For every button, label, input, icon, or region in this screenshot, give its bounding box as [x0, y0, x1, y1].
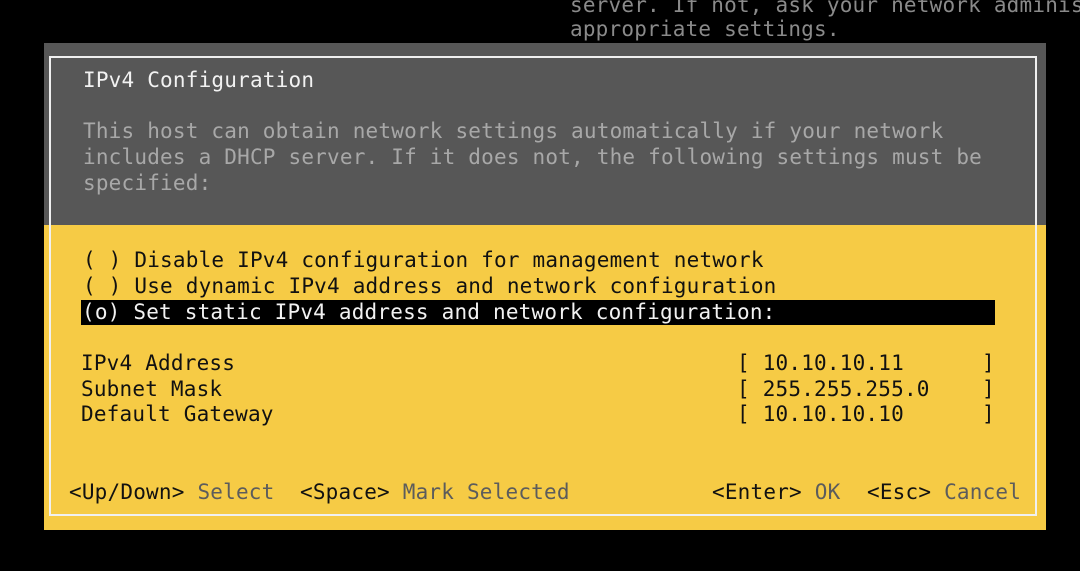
key-updown: <Up/Down> [69, 480, 185, 504]
key-esc: <Esc> [867, 480, 932, 504]
radio-marker: ( ) [83, 248, 122, 272]
footer-enter-ok[interactable]: <Enter> OK [712, 479, 840, 505]
subnet-mask-value: 255.255.255.0 [762, 377, 930, 401]
option-label: Disable IPv4 configuration for managemen… [134, 248, 764, 272]
field-bracket: ] [982, 402, 995, 426]
ipv4-address-value: 10.10.10.11 [762, 351, 904, 375]
option-static-ipv4[interactable]: (o) Set static IPv4 address and network … [82, 299, 776, 325]
action-cancel: Cancel [944, 480, 1022, 504]
action-select: Select [197, 480, 275, 504]
radio-marker: ( ) [83, 274, 122, 298]
subnet-mask-label: Subnet Mask [81, 377, 223, 401]
radio-marker: (o) [82, 300, 121, 324]
footer-space: <Space> Mark Selected [300, 479, 570, 505]
field-bracket: ] [982, 351, 995, 375]
field-bracket: ] [982, 377, 995, 401]
option-dynamic-ipv4[interactable]: ( ) Use dynamic IPv4 address and network… [83, 273, 777, 299]
key-enter: <Enter> [712, 480, 802, 504]
key-space: <Space> [300, 480, 390, 504]
action-mark-selected: Mark Selected [402, 480, 570, 504]
dialog-title: IPv4 Configuration [83, 68, 315, 92]
action-ok: OK [814, 480, 841, 504]
default-gateway-value: 10.10.10.10 [762, 402, 904, 426]
description-line: specified: [83, 171, 212, 195]
ipv4-configuration-dialog: IPv4 Configuration This host can obtain … [44, 43, 1046, 530]
description-line: This host can obtain network settings au… [83, 119, 944, 143]
footer-esc-cancel[interactable]: <Esc> Cancel [867, 479, 1021, 505]
footer-updown: <Up/Down> Select [69, 479, 275, 505]
option-disable-ipv4[interactable]: ( ) Disable IPv4 configuration for manag… [83, 247, 764, 273]
description-line: includes a DHCP server. If it does not, … [83, 145, 983, 169]
ipv4-address-label: IPv4 Address [81, 351, 236, 375]
option-label: Set static IPv4 address and network conf… [133, 300, 776, 324]
subnet-mask-field[interactable]: [ 255.255.255.0 [737, 376, 930, 402]
option-label: Use dynamic IPv4 address and network con… [134, 274, 777, 298]
ipv4-address-field[interactable]: [ 10.10.10.11 [737, 350, 904, 376]
background-text-line: appropriate settings. [570, 17, 840, 41]
default-gateway-label: Default Gateway [81, 402, 274, 426]
default-gateway-field[interactable]: [ 10.10.10.10 [737, 401, 904, 427]
